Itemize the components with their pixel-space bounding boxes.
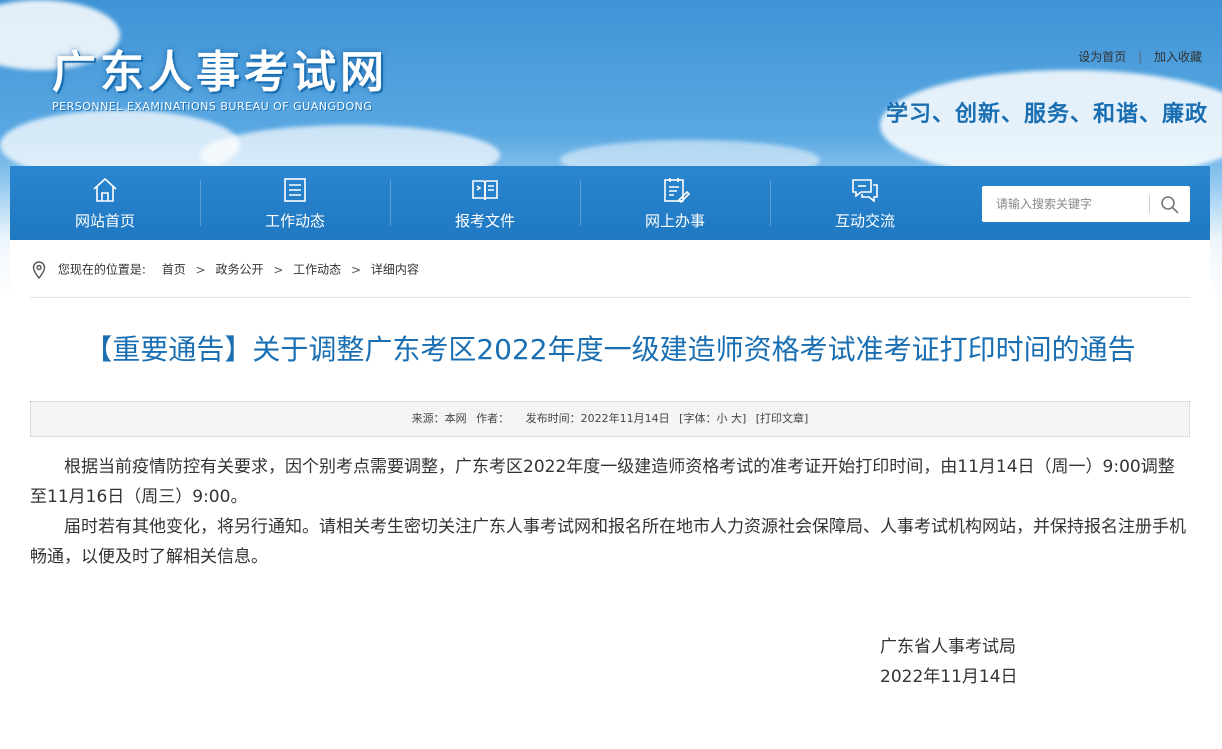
meta-source: 来源：本网 (411, 412, 467, 425)
content-panel: 您现在的位置是: 首页 > 政务公开 > 工作动态 > 详细内容 【重要通告】关… (10, 240, 1210, 749)
article-paragraph: 根据当前疫情防控有关要求，因个别考点需要调整，广东考区2022年度一级建造师资格… (30, 457, 1175, 507)
meta-print[interactable]: [打印文章] (756, 412, 809, 425)
add-favorite-link[interactable]: 加入收藏 (1154, 50, 1202, 64)
breadcrumb-current: 详细内容 (370, 262, 419, 277)
site-slogan: 学习、创新、服务、和谐、廉政 (885, 102, 1208, 127)
meta-date: 发布时间：2022年11月14日 (525, 412, 670, 425)
nav-label: 工作动态 (264, 212, 325, 230)
top-links: 设为首页 | 加入收藏 (1078, 48, 1202, 65)
signature-date: 2022年11月14日 (880, 667, 1018, 687)
site-header: 广东人事考试网 PERSONNEL EXAMINATIONS BUREAU OF… (0, 0, 1222, 185)
main-nav: 网站首页 工作动态 报考文件 网上办事 互动交流 (10, 166, 1210, 240)
breadcrumb-home[interactable]: 首页 (162, 263, 186, 277)
article-body: 根据当前疫情防控有关要求，因个别考点需要调整，广东考区2022年度一级建造师资格… (30, 452, 1190, 572)
nav-item-online-services[interactable]: 网上办事 (580, 166, 770, 240)
breadcrumb-public-affairs[interactable]: 政务公开 (215, 263, 263, 277)
search-box (982, 186, 1190, 222)
top-links-separator: | (1138, 50, 1143, 64)
nav-label: 报考文件 (454, 212, 515, 230)
edit-clipboard-icon (664, 178, 691, 204)
breadcrumb-prefix: 您现在的位置是: (57, 262, 146, 277)
breadcrumb-divider (30, 297, 1190, 298)
breadcrumb-separator: > (351, 262, 362, 277)
search-divider (1149, 195, 1150, 213)
set-home-link[interactable]: 设为首页 (1078, 50, 1126, 64)
nav-label: 互动交流 (834, 212, 895, 230)
breadcrumb-separator: > (273, 262, 284, 277)
signature-org: 广东省人事考试局 (880, 637, 1016, 657)
search-icon[interactable] (1158, 193, 1182, 215)
meta-author: 作者： (476, 412, 510, 425)
nav-item-work-news[interactable]: 工作动态 (200, 166, 390, 240)
breadcrumb: 您现在的位置是: 首页 > 政务公开 > 工作动态 > 详细内容 (32, 260, 419, 279)
nav-label: 网上办事 (644, 212, 705, 230)
home-icon (93, 177, 117, 202)
nav-item-exam-docs[interactable]: 报考文件 (390, 166, 580, 240)
breadcrumb-separator: > (195, 262, 206, 277)
chat-bubbles-icon (852, 179, 878, 203)
search-input[interactable] (982, 186, 1156, 222)
site-logo-subtitle: PERSONNEL EXAMINATIONS BUREAU OF GUANGDO… (52, 100, 373, 113)
meta-font-size[interactable]: [字体：小 大] (679, 412, 746, 425)
open-book-icon (472, 180, 498, 201)
list-document-icon (284, 178, 306, 202)
breadcrumb-work-news[interactable]: 工作动态 (293, 263, 341, 277)
article-title: 【重要通告】关于调整广东考区2022年度一级建造师资格考试准考证打印时间的通告 (84, 333, 1136, 366)
nav-label: 网站首页 (74, 212, 135, 230)
nav-item-home[interactable]: 网站首页 (10, 166, 200, 240)
article-signature: 广东省人事考试局 2022年11月14日 (880, 632, 1018, 692)
site-logo-title[interactable]: 广东人事考试网 (52, 36, 388, 100)
article-meta: 来源：本网 作者： 发布时间：2022年11月14日 [字体：小 大] [打印文… (30, 401, 1190, 437)
nav-item-interaction[interactable]: 互动交流 (770, 166, 960, 240)
location-pin-icon (32, 260, 46, 279)
article-paragraph: 届时若有其他变化，将另行通知。请相关考生密切关注广东人事考试网和报名所在地市人力… (30, 517, 1186, 567)
